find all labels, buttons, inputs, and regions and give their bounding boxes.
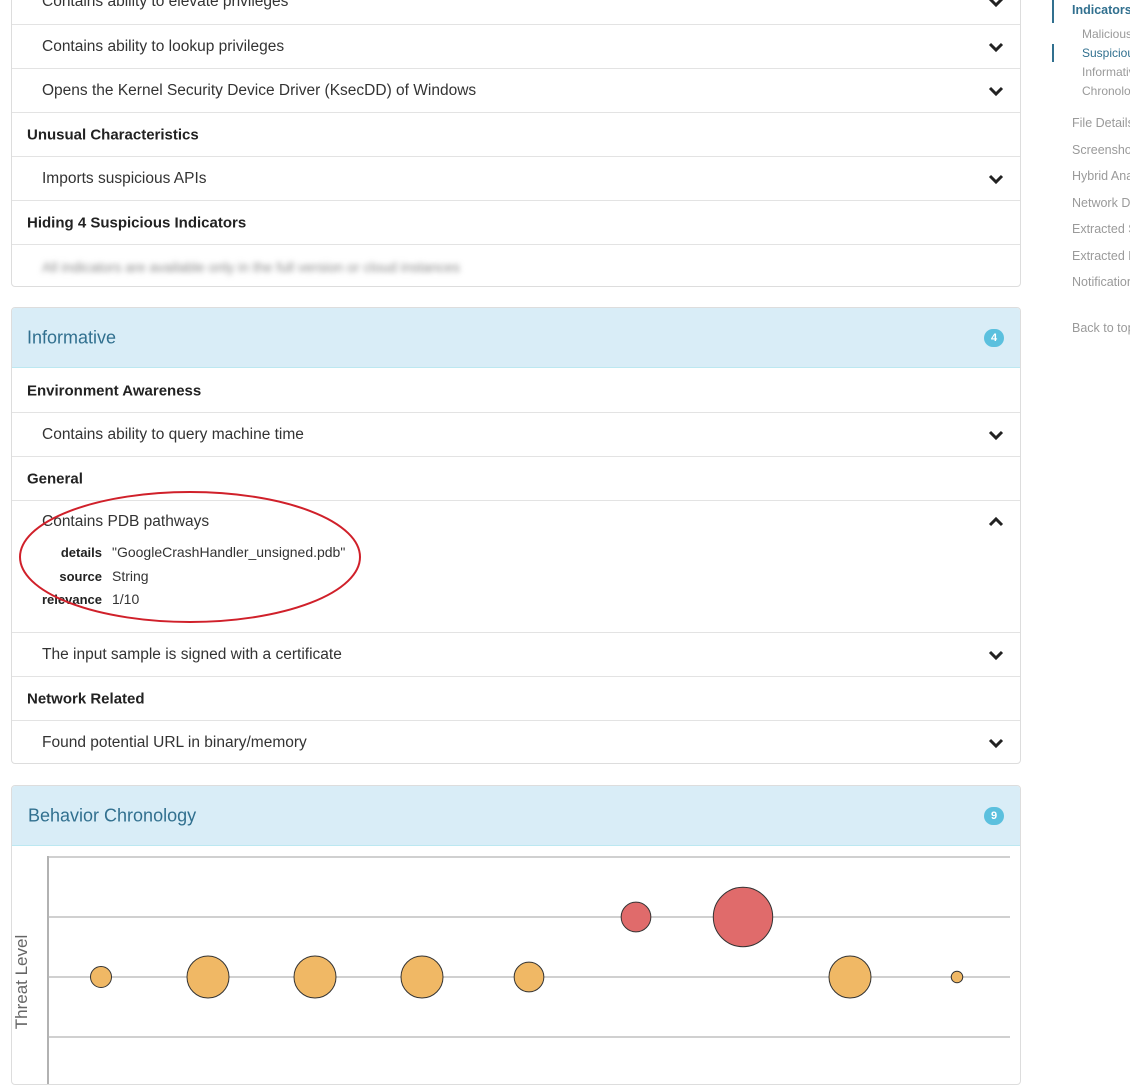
chevron-down-icon[interactable] bbox=[988, 41, 1004, 53]
relevance-label: relevance bbox=[42, 592, 102, 607]
data-point bbox=[513, 961, 545, 993]
active-indicator-bar bbox=[1052, 44, 1054, 62]
data-point bbox=[828, 955, 872, 999]
nav-file-details[interactable]: File Details bbox=[1072, 116, 1130, 130]
chevron-down-icon[interactable] bbox=[988, 173, 1004, 185]
indicator-label: Contains ability to elevate privileges bbox=[42, 0, 289, 10]
indicator-row[interactable]: Imports suspicious APIs bbox=[12, 156, 1020, 200]
data-point bbox=[950, 970, 964, 984]
nav-indicators[interactable]: Indicators bbox=[1072, 3, 1130, 17]
indicator-row[interactable]: Contains ability to lookup privileges bbox=[12, 24, 1020, 68]
category-label: Network Related bbox=[27, 690, 145, 707]
data-point bbox=[90, 966, 112, 988]
category-heading: Network Related bbox=[12, 676, 1020, 720]
indicator-label: Found potential URL in binary/memory bbox=[42, 734, 307, 751]
category-label: Unusual Characteristics bbox=[27, 126, 199, 143]
category-heading: Hiding 4 Suspicious Indicators bbox=[12, 200, 1020, 244]
panel-title: Behavior Chronology bbox=[28, 805, 197, 825]
nav-extracted-files[interactable]: Extracted Files bbox=[1072, 249, 1130, 263]
nav-malicious[interactable]: Malicious bbox=[1082, 27, 1130, 41]
data-point bbox=[620, 901, 652, 933]
data-point bbox=[400, 955, 444, 999]
y-axis-label: Threat Level bbox=[12, 934, 31, 1030]
data-point bbox=[293, 955, 337, 999]
indicator-row[interactable]: Found potential URL in binary/memory bbox=[12, 720, 1020, 763]
panel-header[interactable]: Informative 4 bbox=[12, 308, 1020, 368]
nav-chronology[interactable]: Chronology bbox=[1082, 84, 1130, 98]
data-point bbox=[186, 955, 230, 999]
nav-back-to-top[interactable]: Back to top bbox=[1072, 321, 1130, 335]
data-point bbox=[712, 886, 774, 948]
indicator-row[interactable]: Opens the Kernel Security Device Driver … bbox=[12, 68, 1020, 112]
indicator-label: Contains ability to lookup privileges bbox=[42, 37, 285, 55]
chevron-down-icon[interactable] bbox=[988, 85, 1004, 97]
source-value: String bbox=[112, 568, 149, 584]
hidden-indicators-label: Hiding 4 Suspicious Indicators bbox=[27, 214, 247, 231]
threat-chart bbox=[47, 856, 1010, 1084]
chevron-down-icon[interactable] bbox=[988, 429, 1004, 441]
indicator-row[interactable]: Contains ability to query machine time bbox=[12, 412, 1020, 456]
indicator-label: The input sample is signed with a certif… bbox=[42, 645, 342, 663]
count-badge: 4 bbox=[984, 328, 1004, 347]
blurred-text: All indicators are available only in the… bbox=[42, 258, 460, 275]
details-label: details bbox=[60, 545, 102, 560]
indicator-label: Contains PDB pathways bbox=[42, 513, 210, 530]
panel-title: Informative bbox=[27, 327, 117, 347]
chevron-down-icon[interactable] bbox=[988, 649, 1004, 661]
active-indicator-bar bbox=[1052, 0, 1054, 23]
nav-screenshots[interactable]: Screenshots bbox=[1072, 143, 1130, 157]
category-label: General bbox=[27, 470, 83, 487]
panel-header[interactable]: Behavior Chronology 9 bbox=[12, 786, 1020, 846]
source-label: source bbox=[59, 569, 102, 584]
side-navigation: Indicators Malicious Suspicious Informat… bbox=[1051, 0, 1130, 340]
category-heading: Unusual Characteristics bbox=[12, 112, 1020, 156]
indicator-label: Opens the Kernel Security Device Driver … bbox=[42, 81, 477, 99]
suspicious-indicators-panel: Contains ability to elevate privileges C… bbox=[11, 0, 1021, 287]
behavior-chronology-panel: Behavior Chronology 9 bbox=[11, 785, 1021, 1085]
chevron-down-icon[interactable] bbox=[988, 737, 1004, 749]
blurred-row: All indicators are available only in the… bbox=[12, 244, 1020, 286]
indicator-label: Contains ability to query machine time bbox=[42, 425, 304, 443]
chevron-down-icon[interactable] bbox=[988, 0, 1004, 8]
indicator-label: Imports suspicious APIs bbox=[42, 169, 207, 187]
indicator-row-expanded[interactable]: Contains PDB pathways details "GoogleCra… bbox=[12, 500, 1020, 632]
nav-informative[interactable]: Informative bbox=[1082, 65, 1130, 79]
informative-panel: Informative 4 Environment Awareness Cont… bbox=[11, 307, 1021, 764]
nav-suspicious[interactable]: Suspicious bbox=[1082, 46, 1130, 60]
nav-notifications[interactable]: Notifications bbox=[1072, 275, 1130, 289]
category-heading: Environment Awareness bbox=[12, 369, 1020, 412]
category-label: Environment Awareness bbox=[27, 382, 202, 399]
relevance-value: 1/10 bbox=[112, 591, 140, 607]
indicator-row[interactable]: Contains ability to elevate privileges bbox=[12, 0, 1020, 24]
nav-network-data[interactable]: Network Data bbox=[1072, 196, 1130, 210]
nav-hybrid-analysis[interactable]: Hybrid Analysis bbox=[1072, 169, 1130, 183]
nav-extracted-strings[interactable]: Extracted Strings bbox=[1072, 222, 1130, 236]
category-heading: General bbox=[12, 456, 1020, 500]
count-badge: 9 bbox=[984, 806, 1004, 825]
details-value: "GoogleCrashHandler_unsigned.pdb" bbox=[112, 544, 346, 560]
indicator-row[interactable]: The input sample is signed with a certif… bbox=[12, 632, 1020, 676]
chevron-up-icon[interactable] bbox=[988, 516, 1004, 528]
